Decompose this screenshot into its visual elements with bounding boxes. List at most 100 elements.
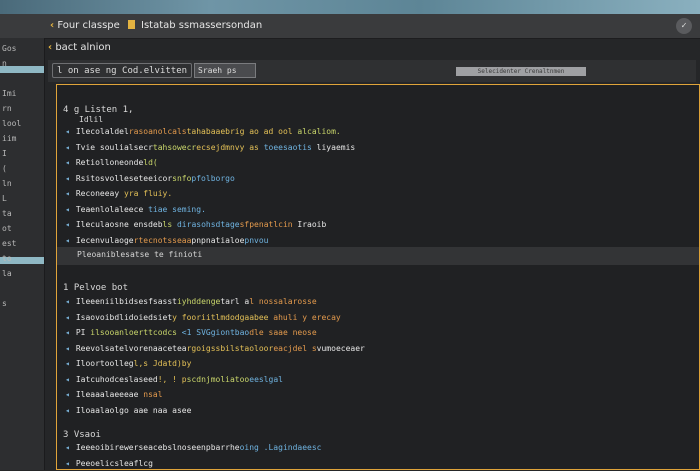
code-line[interactable]: ◂ Isaovoibdlidoiedsiety fooriitlmdodgaabe… xyxy=(65,313,341,325)
sidebar-item[interactable]: Imi xyxy=(2,89,16,98)
code-line[interactable]: ◂ Peeoelicsleaflcg xyxy=(65,459,153,471)
code-token: alcaliom. xyxy=(292,127,341,136)
code-token: ahuli y erecay xyxy=(268,312,341,322)
code-line[interactable]: ◂ Ileculaosne ensdebls dirasohsdtagesfpen… xyxy=(65,220,326,232)
code-line[interactable]: ◂ Ileaaalaeeeae nsal xyxy=(65,390,163,402)
code-token: Iloortoolleg xyxy=(75,359,134,368)
toolbar-group-button[interactable]: l on ase ng Cod.elvitten xyxy=(52,63,192,78)
code-line[interactable]: ◂ Reconeeay yra fluiy. xyxy=(65,189,172,201)
fold-arrow-icon[interactable]: ◂ xyxy=(65,406,70,415)
code-token: Reconeeay xyxy=(75,189,120,198)
sidebar-item[interactable]: ta xyxy=(2,209,12,218)
fold-arrow-icon[interactable]: ◂ xyxy=(65,459,70,468)
section-heading: 3 Vsaoi xyxy=(63,430,101,440)
code-token: y fooriitlmdodgaabee xyxy=(172,312,269,322)
code-token: ld( xyxy=(143,158,158,167)
code-token: dirasohsdtage xyxy=(172,220,240,229)
sidebar-item[interactable]: rn xyxy=(2,104,12,113)
sidebar-item[interactable]: Gos xyxy=(2,44,16,53)
fold-arrow-icon[interactable]: ◂ xyxy=(65,236,70,245)
code-token: ls xyxy=(162,220,173,229)
fold-arrow-icon[interactable]: ◂ xyxy=(65,313,70,322)
sidebar-item[interactable]: iim xyxy=(2,134,16,143)
sidebar-item[interactable]: n xyxy=(2,59,7,68)
code-line[interactable]: ◂ Iecenvulaogertecnotsseaapnpnatialoepnvo… xyxy=(65,236,269,248)
sidebar-item[interactable]: to xyxy=(2,254,12,263)
code-token: Ieeeoibirewerseacebslnoseenpbarrhe xyxy=(75,443,240,452)
fold-arrow-icon[interactable]: ◂ xyxy=(65,359,70,368)
fold-arrow-icon[interactable]: ◂ xyxy=(65,189,70,198)
search-input[interactable]: Sraeh ps xyxy=(194,63,256,78)
fold-arrow-icon[interactable]: ◂ xyxy=(65,127,70,136)
fold-arrow-icon[interactable]: ◂ xyxy=(65,220,70,229)
sidebar-item[interactable]: I xyxy=(2,149,7,158)
code-line[interactable]: ◂ Rsitosvolleseteeicorsnfopfolborgo xyxy=(65,174,235,186)
code-line[interactable]: ◂ Reevolsatelvorenaaceteargoigssbilstaolo… xyxy=(65,344,365,356)
code-token: pfolborgo xyxy=(191,173,235,183)
fold-arrow-icon[interactable]: ◂ xyxy=(65,174,70,183)
code-line[interactable]: ◂ Teaenlolaleece tiae seming. xyxy=(65,205,206,217)
code-token: tahabaaebrig ao ad ool xyxy=(186,127,293,136)
section-heading: 4 g Listen 1, xyxy=(63,105,134,115)
sidebar-item[interactable]: ot xyxy=(2,224,12,233)
code-token: Teaenlolaleece xyxy=(75,204,144,214)
fold-arrow-icon[interactable]: ◂ xyxy=(65,297,70,306)
code-line[interactable]: ◂ Iloaalaolgo aae naa asee xyxy=(65,406,191,418)
code-token: Iatcuhodceslaseed xyxy=(75,374,158,384)
code-token: Isaovoibdlidoiedsiet xyxy=(75,312,173,322)
code-token: yra fluiy. xyxy=(119,189,173,198)
code-token: sfpenatlcin xyxy=(239,220,293,229)
code-token: Ileculaosne ensdeb xyxy=(75,220,163,229)
code-token: liyaemis xyxy=(311,142,356,152)
code-token: snfo xyxy=(172,173,192,183)
sidebar-item[interactable]: ( xyxy=(2,164,7,173)
tab-istatab[interactable]: Istatab ssmassersondan xyxy=(128,20,262,31)
fold-arrow-icon[interactable]: ◂ xyxy=(65,443,70,452)
fold-arrow-icon[interactable]: ◂ xyxy=(65,375,70,384)
sidebar-item[interactable]: lool xyxy=(2,119,21,128)
sidebar-item[interactable]: la xyxy=(2,269,12,278)
code-token: vumoeceaer xyxy=(316,343,365,353)
fold-arrow-icon[interactable]: ◂ xyxy=(65,390,70,399)
code-line[interactable]: ◂ Ieeeoibirewerseacebslnoseenpbarrheoing … xyxy=(65,443,321,455)
code-token: !, ! p xyxy=(157,374,187,384)
code-token: ecsejdmnvy as xyxy=(196,142,259,152)
breadcrumb[interactable]: ‹ bact alnion xyxy=(48,42,111,53)
tab-four-classpe[interactable]: ‹ Four classpe xyxy=(50,20,120,31)
code-line[interactable]: ◂ Ileeeniilbidsesfsasstiyhddengetarl al n… xyxy=(65,297,317,309)
status-badge: Selecidenter Crenaltnmen xyxy=(456,67,586,76)
code-line[interactable]: ◂ PI ilsooanloerttcodcs <1 SVGgiontbaodle… xyxy=(65,328,317,340)
code-line[interactable]: ◂ Ilecolaldelrasoanolcalstahabaaebrig ao … xyxy=(65,127,341,139)
back-chevron-icon: ‹ xyxy=(48,42,53,53)
code-token: Iloaalaolgo xyxy=(75,405,129,415)
code-line[interactable]: ◂ Iloortoollegl,s Jdatd)by xyxy=(65,359,191,371)
code-token: rasoanolcals xyxy=(128,127,187,136)
code-token: ilsooanloerttcodcs xyxy=(85,328,177,337)
section-heading: 1 Pelvoe bot xyxy=(63,283,129,293)
code-line[interactable]: ◂ Retiolloneondeld( xyxy=(65,158,158,170)
code-token: aae naa asee xyxy=(128,405,192,415)
fold-arrow-icon[interactable]: ◂ xyxy=(65,328,70,337)
code-editor[interactable]: 4 g Listen 1, Idlil ◂ Ilecolaldelrasoanol… xyxy=(56,84,700,470)
window-top-strip xyxy=(0,0,700,14)
code-token: pnpnatialoe xyxy=(191,235,245,245)
sidebar-item[interactable]: L xyxy=(2,194,7,203)
sidebar-item[interactable]: ln xyxy=(2,179,12,188)
fold-arrow-icon[interactable]: ◂ xyxy=(65,344,70,353)
code-token: rtecnotsseaa xyxy=(133,235,192,245)
code-line[interactable]: ◂ Tvie soulialsecrtahsowecrecsejdmnvy as … xyxy=(65,143,355,155)
fold-arrow-icon[interactable]: ◂ xyxy=(65,205,70,214)
code-token: scdnjmoliatoo xyxy=(186,374,250,384)
fold-arrow-icon[interactable]: ◂ xyxy=(65,143,70,152)
code-token: Reevolsatelvorenaacetea xyxy=(75,343,187,353)
sidebar-item[interactable]: est xyxy=(2,239,16,248)
title-bar: ‹ Four classpe Istatab ssmassersondan ✓ xyxy=(0,14,700,39)
fold-arrow-icon[interactable]: ◂ xyxy=(65,158,70,167)
code-token: l,s Jdatd)by xyxy=(133,359,192,368)
sidebar-item[interactable]: s xyxy=(2,299,7,308)
code-token: Ileeeniilbidsesfsasst xyxy=(75,297,177,306)
code-token: eeslgal xyxy=(249,374,283,384)
code-token: Peeoelicsleaflcg xyxy=(75,458,153,468)
code-line[interactable]: ◂ Iatcuhodceslaseed!, ! pscdnjmoliatooees… xyxy=(65,375,283,387)
window-control-button[interactable]: ✓ xyxy=(676,18,692,34)
